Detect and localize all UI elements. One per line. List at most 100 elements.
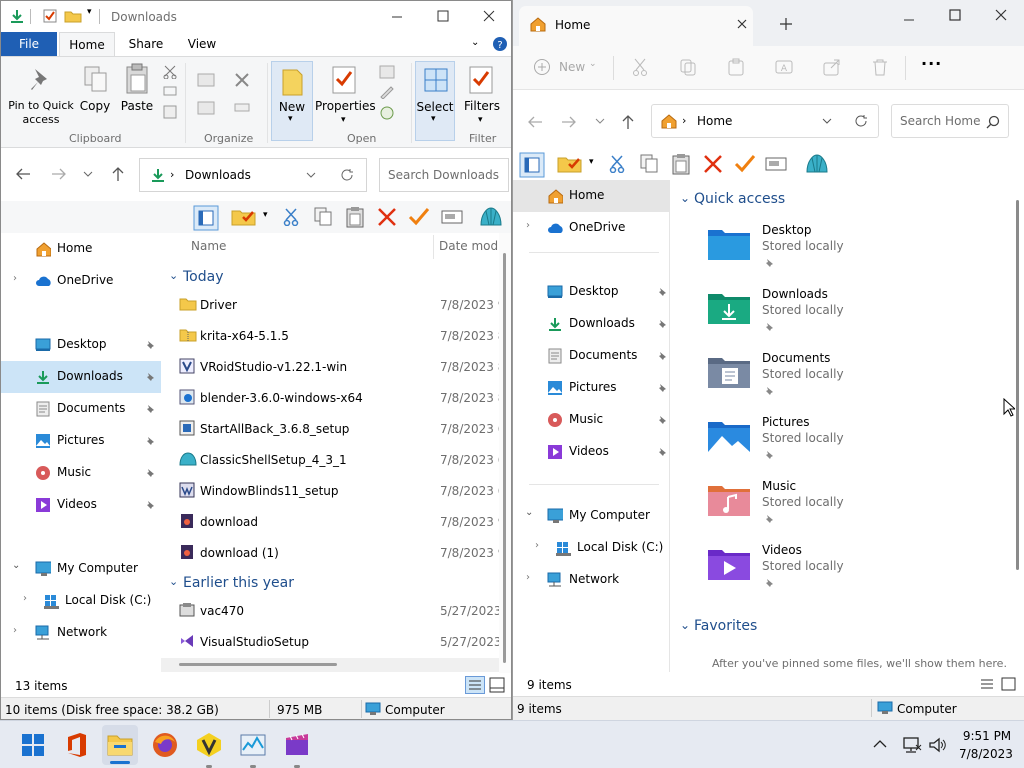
quick-access-item-downloads[interactable]: Downloads Stored locally	[706, 284, 906, 340]
rename-icon[interactable]	[765, 157, 787, 171]
paste-icon[interactable]	[727, 58, 745, 76]
nav-item-onedrive[interactable]: › OneDrive	[1, 265, 161, 297]
paste-icon[interactable]	[346, 206, 364, 228]
search-icon[interactable]	[986, 115, 1000, 129]
expand-chevron-icon[interactable]: ›	[526, 572, 530, 583]
nav-item-music[interactable]: Music	[513, 404, 669, 436]
back-icon[interactable]	[15, 167, 31, 181]
clipchamp-icon[interactable]	[282, 730, 312, 760]
nav-item-pictures[interactable]: Pictures	[513, 372, 669, 404]
quick-access-item-documents[interactable]: Documents Stored locally	[706, 348, 906, 404]
task-manager-icon[interactable]	[238, 730, 268, 760]
table-row[interactable]: krita-x64-5.1.5 7/8/2023 8	[161, 321, 505, 351]
vertical-scrollbar-thumb[interactable]	[1016, 200, 1019, 570]
table-row[interactable]: download 7/8/2023 9	[161, 507, 505, 537]
copy-icon[interactable]	[679, 58, 697, 76]
table-row[interactable]: blender-3.6.0-windows-x64 7/8/2023 8	[161, 383, 505, 413]
nav-item-downloads[interactable]: Downloads	[513, 308, 669, 340]
new-button[interactable]: New ▾	[271, 61, 313, 141]
cut-icon[interactable]	[609, 155, 625, 173]
table-row[interactable]: download (1) 7/8/2023 9	[161, 538, 505, 568]
history-icon[interactable]	[379, 105, 395, 121]
copy-icon[interactable]	[314, 207, 332, 227]
details-view-icon[interactable]	[979, 677, 995, 691]
table-row[interactable]: vac470 5/27/2023	[161, 596, 502, 626]
cut-icon[interactable]	[283, 208, 299, 226]
open-icon[interactable]	[379, 65, 395, 79]
nav-item-local-disk[interactable]: › Local Disk (C:)	[513, 532, 669, 564]
new-plus-icon[interactable]	[533, 58, 551, 76]
delete-icon[interactable]	[233, 71, 255, 89]
properties-check-icon[interactable]	[734, 154, 756, 174]
details-view-icon[interactable]	[465, 676, 485, 694]
nav-item-downloads[interactable]: Downloads	[1, 361, 161, 393]
copy-path-icon[interactable]	[163, 86, 177, 96]
refresh-icon[interactable]	[854, 114, 868, 128]
nav-item-onedrive[interactable]: › OneDrive	[513, 212, 669, 244]
address-dropdown-icon[interactable]	[306, 172, 316, 180]
vertical-scrollbar[interactable]	[499, 233, 511, 673]
rename-icon[interactable]: A	[775, 58, 793, 76]
new-folder-icon[interactable]	[64, 9, 82, 23]
recent-locations-icon[interactable]	[595, 118, 605, 126]
nav-item-documents[interactable]: Documents	[1, 393, 161, 425]
start-icon[interactable]	[18, 730, 48, 760]
office-icon[interactable]	[62, 730, 92, 760]
paste-shortcut-icon[interactable]	[163, 105, 177, 119]
copy-to-icon[interactable]	[197, 99, 219, 117]
new-button[interactable]: New	[559, 59, 585, 75]
expand-chevron-icon[interactable]: ›	[23, 593, 27, 604]
quick-access-item-pictures[interactable]: Pictures Stored locally	[706, 412, 906, 468]
table-row[interactable]: ClassicShellSetup_4_3_1 7/8/2023 6	[161, 445, 505, 475]
clock-time[interactable]: 9:51 PM	[962, 728, 1012, 744]
properties-button[interactable]: Properties	[315, 99, 376, 113]
large-icons-view-icon[interactable]	[489, 677, 505, 693]
collapse-chevron-icon[interactable]: ⌄	[525, 507, 533, 518]
horizontal-scrollbar-thumb[interactable]	[179, 663, 337, 666]
navigation-pane-icon[interactable]	[519, 152, 545, 178]
navigation-pane-icon[interactable]	[193, 205, 219, 231]
delete-icon[interactable]	[703, 154, 723, 174]
nav-item-videos[interactable]: Videos	[1, 489, 161, 521]
expand-chevron-icon[interactable]: ›	[526, 220, 530, 231]
table-row[interactable]: StartAllBack_3.6.8_setup 7/8/2023 6	[161, 414, 505, 444]
nav-item-local-disk[interactable]: › Local Disk (C:)	[1, 585, 161, 617]
horizontal-scrollbar[interactable]	[161, 658, 499, 672]
nav-item-pictures[interactable]: Pictures	[1, 425, 161, 457]
group-today[interactable]: Today	[183, 268, 224, 286]
copy-icon[interactable]	[640, 154, 658, 174]
vertical-scrollbar[interactable]	[1011, 180, 1024, 672]
quick-access-item-desktop[interactable]: Desktop Stored locally	[706, 220, 906, 276]
quick-access-item-music[interactable]: Music Stored locally	[706, 476, 906, 532]
right-search-box[interactable]: Search Home	[891, 104, 1009, 138]
help-icon[interactable]: ?	[492, 36, 508, 52]
share-icon[interactable]	[823, 58, 841, 76]
favorites-heading[interactable]: Favorites	[694, 617, 757, 635]
move-to-icon[interactable]	[197, 71, 219, 89]
tab-home[interactable]: Home	[59, 32, 115, 56]
vertical-scrollbar-thumb[interactable]	[503, 253, 506, 663]
quick-access-dropdown-icon[interactable]: ▾	[87, 7, 92, 17]
downloads-arrow-icon[interactable]	[9, 8, 25, 24]
table-row[interactable]: WindowBlinds11_setup 7/8/2023 6	[161, 476, 505, 506]
delete-icon[interactable]	[377, 207, 397, 227]
pin-to-quick-access-button[interactable]: Pin to Quick access	[3, 99, 79, 127]
properties-check-icon[interactable]	[408, 207, 430, 227]
section-collapse-icon[interactable]: ⌄	[680, 618, 690, 632]
group-earlier-this-year[interactable]: Earlier this year	[183, 574, 294, 592]
recent-locations-icon[interactable]	[83, 171, 93, 179]
classic-shell-icon[interactable]	[805, 152, 829, 176]
up-icon[interactable]	[621, 114, 635, 130]
edit-icon[interactable]	[379, 85, 395, 99]
nav-item-my-computer[interactable]: ⌄ My Computer	[513, 500, 669, 532]
back-icon[interactable]	[527, 115, 543, 129]
tab-file[interactable]: File	[1, 32, 57, 56]
expand-chevron-icon[interactable]: ›	[13, 625, 17, 636]
trash-icon[interactable]	[871, 58, 889, 76]
quick-access-heading[interactable]: Quick access	[694, 190, 785, 208]
refresh-icon[interactable]	[340, 168, 354, 182]
tab-share[interactable]: Share	[119, 32, 173, 56]
nav-item-network[interactable]: › Network	[1, 617, 161, 649]
cut-icon[interactable]	[163, 65, 177, 79]
nav-item-videos[interactable]: Videos	[513, 436, 669, 468]
